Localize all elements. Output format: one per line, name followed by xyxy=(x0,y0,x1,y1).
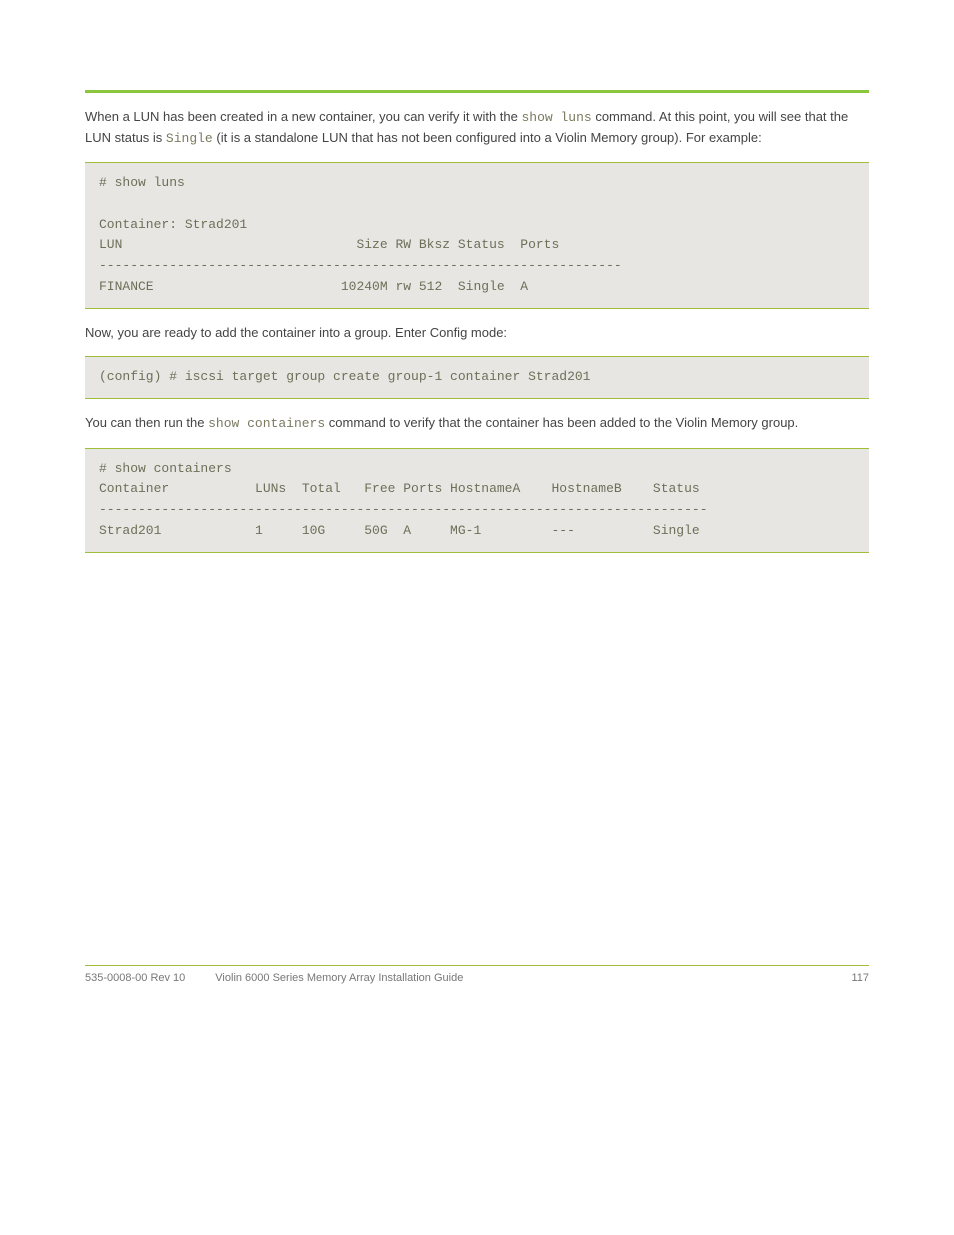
inline-command: show containers xyxy=(208,416,325,431)
footer-doc-rev: 535-0008-00 Rev 10 xyxy=(85,970,185,987)
text: When a LUN has been created in a new con… xyxy=(85,109,521,124)
spacer xyxy=(85,567,869,997)
top-rule xyxy=(85,90,869,93)
inline-status: Single xyxy=(166,131,213,146)
paragraph-1: When a LUN has been created in a new con… xyxy=(85,107,869,148)
page-footer: 535-0008-00 Rev 10 Violin 6000 Series Me… xyxy=(85,965,869,987)
paragraph-3: You can then run the show containers com… xyxy=(85,413,869,434)
footer-page-number: 117 xyxy=(851,970,869,987)
text: You can then run the xyxy=(85,415,208,430)
page: When a LUN has been created in a new con… xyxy=(0,0,954,1037)
code-config-group: (config) # iscsi target group create gro… xyxy=(85,356,869,399)
text: (it is a standalone LUN that has not bee… xyxy=(216,130,761,145)
inline-command: show luns xyxy=(521,110,591,125)
code-show-luns: # show luns Container: Strad201 LUN Size… xyxy=(85,162,869,309)
footer-doc-title: Violin 6000 Series Memory Array Installa… xyxy=(215,970,463,987)
paragraph-2: Now, you are ready to add the container … xyxy=(85,323,869,343)
code-show-containers: # show containers Container LUNs Total F… xyxy=(85,448,869,553)
text: command to verify that the container has… xyxy=(329,415,798,430)
